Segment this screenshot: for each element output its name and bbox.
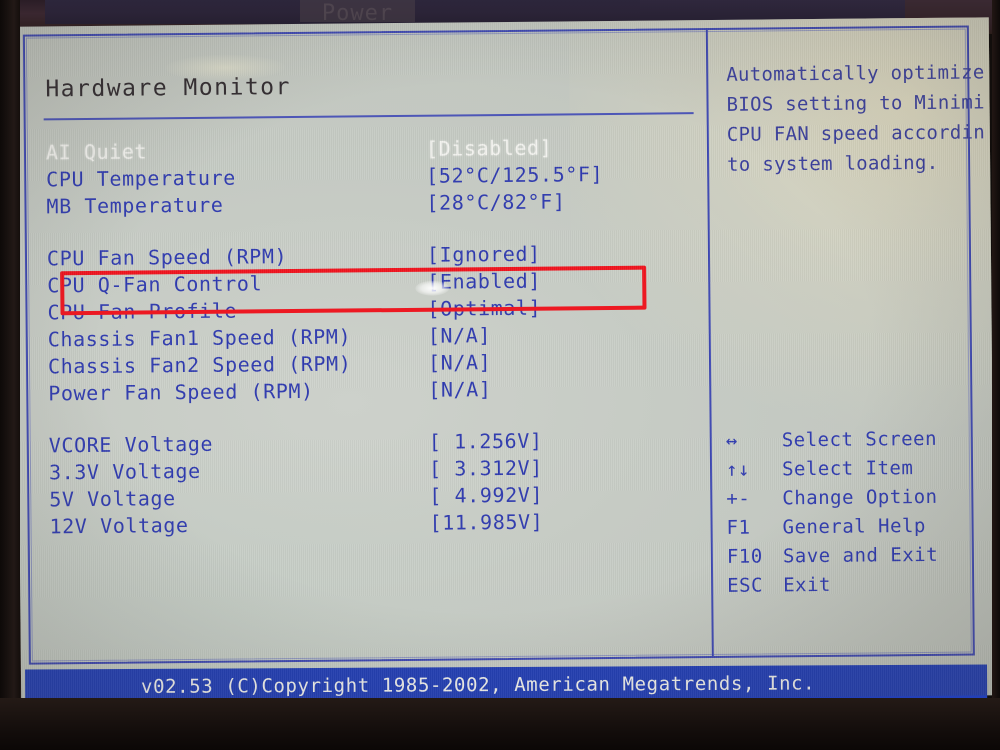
setting-label: Chassis Fan2 Speed (RPM) [47,350,352,378]
setting-label: MB Temperature [46,192,224,218]
key-legend-label: General Help [782,514,926,538]
monitor-bezel-bottom [0,698,1000,750]
bios-screen: Hardware Monitor AI Quiet [Disabled] CPU… [14,17,996,706]
key-legend-label: Exit [783,573,832,596]
setting-value: [ 4.992V] [429,482,544,508]
setting-value[interactable]: [Disabled] [426,135,553,160]
setting-row-12v-voltage[interactable]: 12V Voltage [11.985V] [49,506,694,539]
key-legend-row-select-item: ↑↓ Select Item [720,453,970,484]
setting-value[interactable]: [Ignored] [427,241,541,266]
key-legend-label: Select Screen [781,427,938,451]
setting-label: AI Quiet [45,138,148,164]
setting-label: Power Fan Speed (RPM) [48,378,314,405]
setting-label: CPU Q-Fan Control [47,270,263,297]
help-panel: Automatically optimize BIOS setting to M… [708,26,986,658]
setting-value: [N/A] [427,349,492,375]
page-title: Hardware Monitor [45,74,292,103]
setting-value[interactable]: [Enabled] [427,268,541,293]
key-legend-row-change-option: +- Change Option [720,482,970,513]
setting-label: 5V Voltage [49,485,176,511]
setting-value: [ 1.256V] [428,428,543,454]
help-line: CPU FAN speed accordin [726,121,986,146]
key-legend: ↔ Select Screen ↑↓ Select Item +- Change… [720,424,972,600]
menu-tab-power[interactable]: Power [300,0,415,26]
left-right-arrow-icon: ↔ [725,429,738,452]
help-line: Automatically optimize [726,61,985,86]
f1-key-icon: F1 [726,516,751,539]
setting-label: 12V Voltage [49,512,189,538]
title-underline [43,112,694,121]
setting-label: CPU Fan Speed (RPM) [46,243,288,270]
setting-value: [52°C/125.5°F] [426,161,604,188]
setting-label: Chassis Fan1 Speed (RPM) [47,323,352,351]
up-down-arrow-icon: ↑↓ [725,458,751,481]
key-legend-label: Save and Exit [782,543,939,567]
setting-value: [ 3.312V] [428,455,543,481]
help-line: BIOS setting to Minimi [726,91,985,116]
key-legend-row-save-and-exit: F10 Save and Exit [721,540,971,571]
setting-value: [N/A] [428,376,492,402]
setting-value: [N/A] [427,322,492,348]
monitor-bezel-right [992,0,1000,750]
setting-label: CPU Temperature [46,165,236,191]
monitor-bezel-left [0,0,20,750]
help-line: to system loading. [727,151,939,176]
help-description: Automatically optimize BIOS setting to M… [726,57,986,179]
key-legend-label: Select Item [781,456,914,480]
key-legend-row-general-help: F1 General Help [720,511,970,542]
plus-minus-icon: +- [726,487,751,510]
setting-label: VCORE Voltage [48,431,214,457]
copyright-text: v02.53 (C)Copyright 1985-2002, American … [140,672,816,698]
setting-label: 3.3V Voltage [48,458,201,484]
photograph-of-bios-screen: Power Hardware Monitor AI Quiet [Disable… [0,0,1000,750]
setting-value[interactable]: [Optimal] [427,295,541,320]
key-legend-row-exit: ESC Exit [721,569,971,600]
f10-key-icon: F10 [726,545,763,568]
setting-value: [28°C/82°F] [426,188,566,215]
settings-list: AI Quiet [Disabled] CPU Temperature [52°… [46,132,695,539]
hardware-monitor-section: Hardware Monitor AI Quiet [Disabled] CPU… [23,28,712,665]
esc-key-icon: ESC [727,574,764,597]
key-legend-label: Change Option [782,485,938,509]
key-legend-row-select-screen: ↔ Select Screen [720,424,970,455]
setting-value: [11.985V] [429,509,544,535]
setting-label: CPU Fan Profile [47,298,238,324]
